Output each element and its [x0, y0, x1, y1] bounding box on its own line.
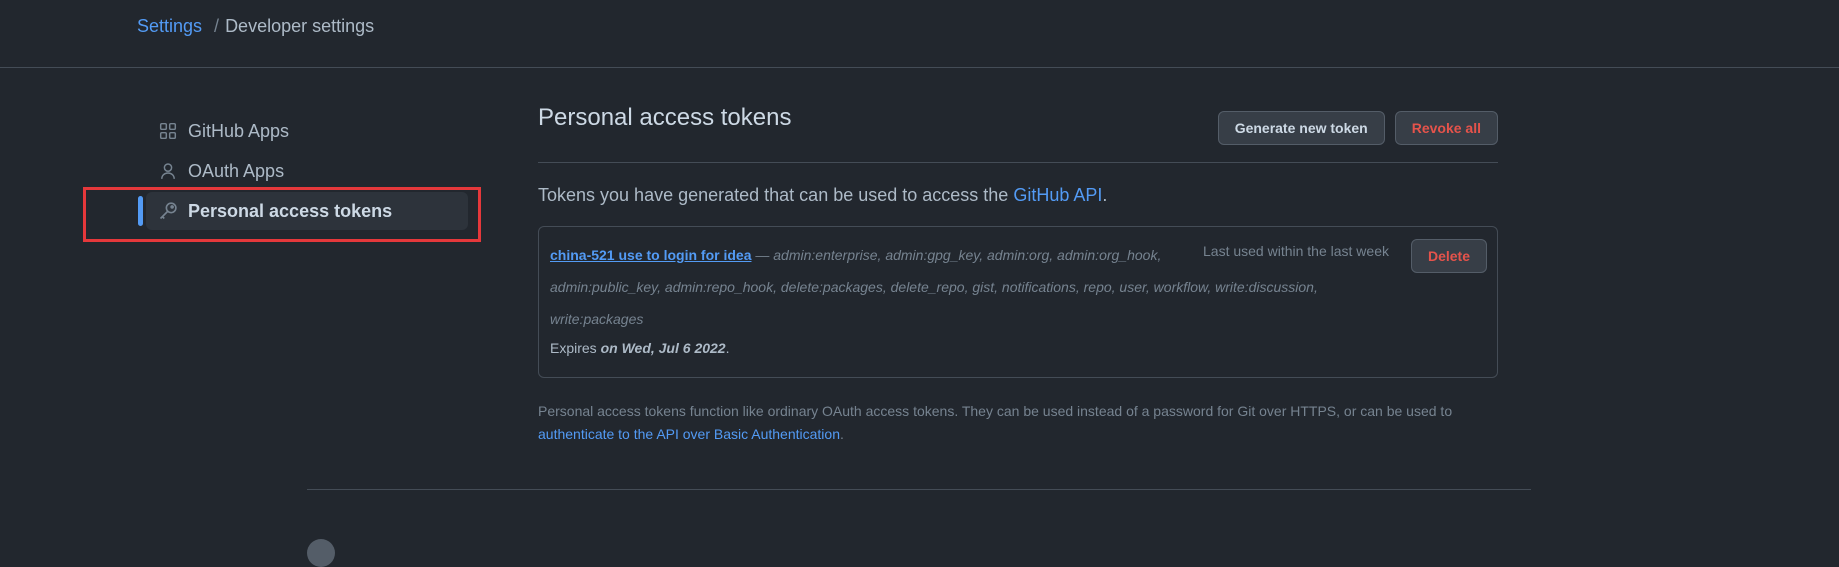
sidebar-item-oauth-apps[interactable]: OAuth Apps	[138, 152, 468, 190]
intro-text-end: .	[1102, 185, 1108, 205]
breadcrumb-settings-link[interactable]: Settings	[137, 16, 202, 36]
generate-new-token-button[interactable]: Generate new token	[1217, 111, 1385, 145]
page-title: Personal access tokens	[538, 104, 792, 132]
github-logo-icon[interactable]	[307, 539, 335, 567]
expires-end: .	[725, 340, 730, 356]
sidebar-item-label: GitHub Apps	[188, 120, 290, 141]
breadcrumb-separator: /	[214, 16, 220, 36]
delete-token-button[interactable]: Delete	[1410, 239, 1487, 273]
token-list-item: china-521 use to login for idea — admin:…	[538, 226, 1498, 378]
selection-highlight-box	[83, 187, 481, 242]
token-dash: —	[751, 247, 774, 263]
intro-text-body: Tokens you have generated that can be us…	[538, 185, 1014, 205]
expires-prefix: Expires	[550, 340, 601, 356]
top-bar: Settings / Developer settings	[0, 0, 1839, 68]
footer-divider	[307, 489, 1531, 490]
sidebar-item-label: OAuth Apps	[188, 160, 285, 181]
page-header: Personal access tokens Generate new toke…	[538, 104, 1498, 163]
github-api-link[interactable]: GitHub API	[1013, 185, 1102, 205]
token-expiration: Expires on Wed, Jul 6 2022.	[550, 335, 1487, 361]
header-actions: Generate new token Revoke all	[1217, 111, 1498, 145]
footnote-text: Personal access tokens function like ord…	[538, 400, 1498, 446]
intro-text: Tokens you have generated that can be us…	[538, 185, 1498, 206]
expires-date: on Wed, Jul 6 2022	[600, 340, 726, 356]
token-name-link[interactable]: china-521 use to login for idea	[550, 247, 751, 263]
footnote-body: Personal access tokens function like ord…	[538, 403, 1453, 419]
sidebar-item-github-apps[interactable]: GitHub Apps	[138, 112, 468, 150]
token-scopes-line-2: admin:public_key, admin:repo_hook, delet…	[550, 279, 1318, 295]
apps-grid-icon	[158, 121, 178, 141]
basic-auth-link[interactable]: authenticate to the API over Basic Authe…	[538, 426, 840, 442]
revoke-all-button[interactable]: Revoke all	[1394, 111, 1498, 145]
main-content: Personal access tokens Generate new toke…	[538, 96, 1498, 460]
token-last-used: Last used within the last week	[1203, 243, 1389, 259]
breadcrumb-current: Developer settings	[225, 16, 375, 36]
person-icon	[158, 161, 178, 181]
breadcrumb: Settings / Developer settings	[137, 15, 374, 37]
footnote-end: .	[839, 426, 844, 442]
token-scopes-line-1: admin:enterprise, admin:gpg_key, admin:o…	[773, 247, 1162, 263]
token-scopes-line-3: write:packages	[550, 311, 644, 327]
